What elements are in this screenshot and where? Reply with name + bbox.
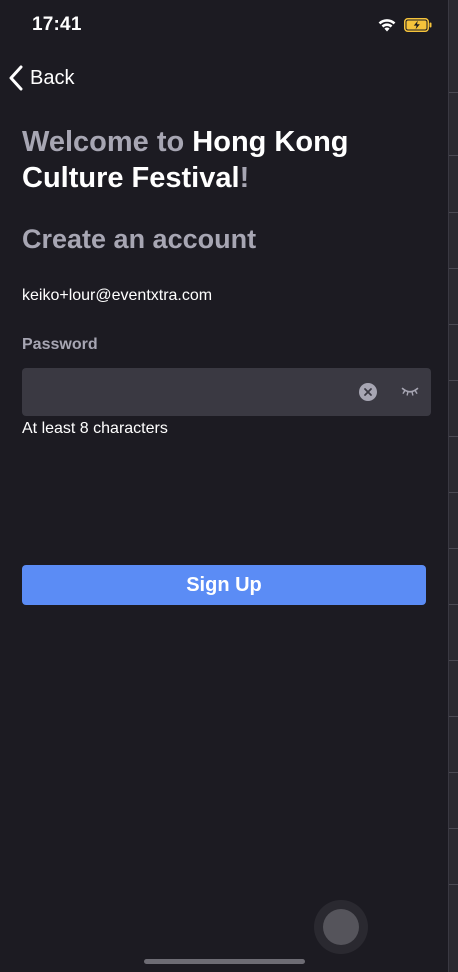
welcome-heading: Welcome to Hong Kong Culture Festival! — [22, 124, 422, 196]
back-label: Back — [30, 66, 75, 89]
welcome-suffix: ! — [239, 162, 250, 194]
chevron-left-icon — [9, 65, 23, 91]
background-window-edge — [448, 0, 458, 972]
assistive-touch-inner — [323, 909, 359, 945]
edge-divider — [449, 324, 458, 325]
battery-charging-icon — [404, 18, 432, 32]
edge-divider — [449, 660, 458, 661]
edge-divider — [449, 716, 458, 717]
sign-up-button[interactable]: Sign Up — [22, 565, 426, 605]
edge-divider — [449, 380, 458, 381]
edge-divider — [449, 828, 458, 829]
assistive-touch-button[interactable] — [314, 900, 368, 954]
edge-divider — [449, 492, 458, 493]
clear-x-glyph — [364, 388, 372, 396]
eye-closed-icon[interactable] — [401, 384, 419, 398]
status-bar: 17:41 — [0, 0, 448, 50]
password-hint: At least 8 characters — [22, 420, 168, 437]
edge-divider — [449, 212, 458, 213]
edge-divider — [449, 884, 458, 885]
edge-divider — [449, 436, 458, 437]
edge-divider — [449, 92, 458, 93]
status-time: 17:41 — [32, 14, 82, 35]
edge-divider — [449, 548, 458, 549]
home-indicator[interactable] — [144, 959, 305, 964]
email-value: keiko+lour@eventxtra.com — [22, 287, 213, 304]
edge-divider — [449, 268, 458, 269]
password-field[interactable] — [22, 368, 431, 416]
signup-screen: 17:41 Back Welcome to Hong Kong Culture … — [0, 0, 448, 972]
welcome-prefix: Welcome to — [22, 126, 193, 158]
back-button[interactable]: Back — [8, 63, 74, 93]
page-subtitle: Create an account — [22, 224, 257, 254]
wifi-icon — [378, 19, 396, 32]
edge-divider — [449, 155, 458, 156]
edge-divider — [449, 604, 458, 605]
clear-icon[interactable] — [359, 383, 377, 401]
edge-divider — [449, 772, 458, 773]
password-input[interactable] — [34, 368, 354, 416]
password-label: Password — [22, 336, 98, 353]
